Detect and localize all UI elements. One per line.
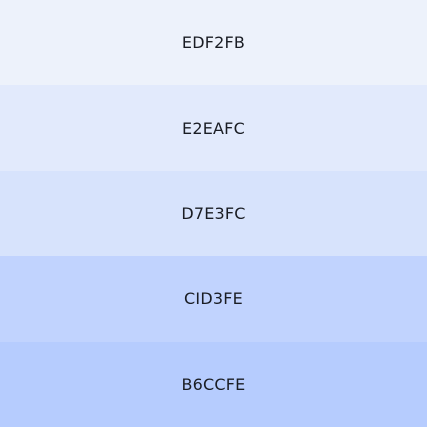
color-palette: EDF2FB E2EAFC D7E3FC CID3FE B6CCFE [0,0,427,427]
swatch-label: E2EAFC [182,118,245,138]
swatch-3: D7E3FC [0,170,427,257]
swatch-5: B6CCFE [0,341,427,427]
swatch-4: CID3FE [0,256,427,342]
swatch-label: B6CCFE [181,374,246,394]
swatch-label: EDF2FB [181,33,246,53]
swatch-label: D7E3FC [181,204,246,224]
swatch-2: E2EAFC [0,85,427,171]
swatch-1: EDF2FB [0,0,427,86]
swatch-label: CID3FE [184,289,243,309]
